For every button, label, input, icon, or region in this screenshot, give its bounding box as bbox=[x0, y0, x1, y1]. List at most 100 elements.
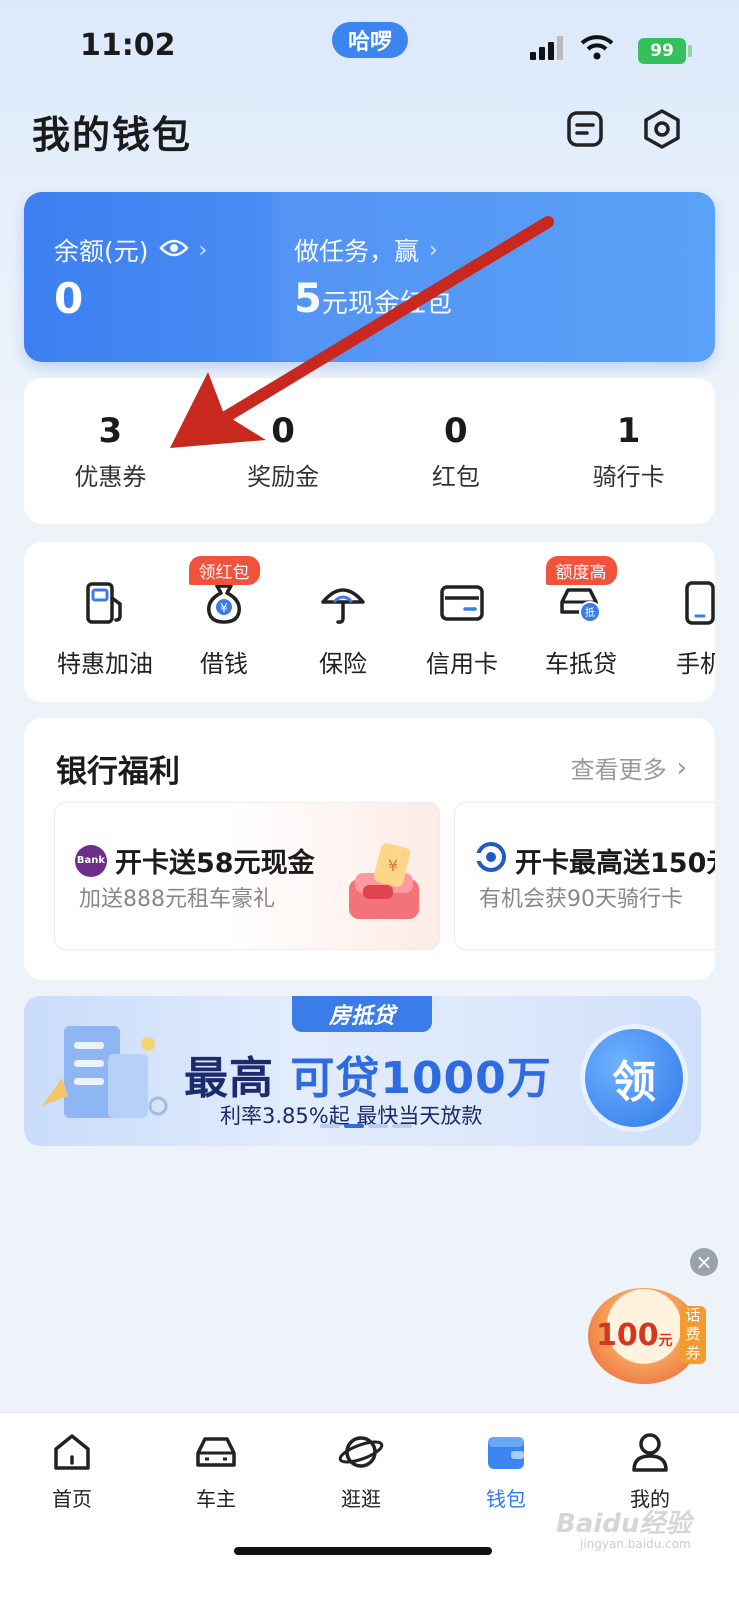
status-pill[interactable]: 哈啰 bbox=[332, 22, 408, 58]
battery-nub bbox=[688, 45, 692, 57]
chevron-right-icon: › bbox=[429, 237, 438, 263]
service-phone[interactable]: 手机 bbox=[645, 576, 715, 679]
planet-icon bbox=[338, 1431, 384, 1477]
home-icon bbox=[51, 1431, 93, 1477]
svg-text:抵: 抵 bbox=[585, 606, 595, 619]
balance-label: 余额(元) bbox=[54, 237, 149, 266]
offer-title-row: Bank 开卡送58元现金 bbox=[75, 841, 315, 880]
task-label: 做任务，赢 bbox=[294, 237, 420, 266]
offer-subtitle: 有机会获90天骑行卡 bbox=[479, 887, 683, 912]
bank-offer-card[interactable]: Bank 开卡送58元现金 加送888元租车豪礼 ¥ bbox=[54, 802, 440, 950]
balance-card: 余额(元) › 0 做任务，赢 › 5元现金红包 bbox=[24, 192, 715, 362]
coupon-amount: 100 bbox=[596, 1318, 659, 1353]
stat-label: 骑行卡 bbox=[592, 462, 665, 491]
services-card: 特惠加油 领红包 ¥ 借钱 保险 信用卡 额度高 抵 车抵贷 手机 bbox=[24, 542, 715, 702]
carousel-dot-active bbox=[344, 1124, 364, 1128]
stat-number: 1 bbox=[616, 410, 641, 451]
bank-logo-icon: Bank bbox=[75, 844, 107, 877]
nav-home[interactable]: 首页 bbox=[22, 1431, 122, 1512]
service-label: 车抵贷 bbox=[545, 650, 617, 678]
nav-me[interactable]: 我的 bbox=[600, 1431, 700, 1512]
stat-ride-cards[interactable]: 1 骑行卡 bbox=[542, 378, 715, 524]
service-credit-card[interactable]: 信用卡 bbox=[407, 576, 517, 679]
bottom-nav: 首页 车主 逛逛 钱包 我的 Baidu经验 jingyan.baidu.com bbox=[0, 1412, 739, 1601]
service-label: 借钱 bbox=[200, 650, 248, 678]
banner-headline: 最高 可贷1000万 bbox=[184, 1042, 552, 1106]
stat-red-packets[interactable]: 0 红包 bbox=[370, 378, 543, 524]
bill-icon[interactable] bbox=[560, 104, 610, 154]
nav-label: 车主 bbox=[196, 1487, 236, 1511]
svg-text:¥: ¥ bbox=[388, 856, 398, 875]
page-title: 我的钱包 bbox=[32, 113, 193, 157]
home-indicator bbox=[234, 1547, 492, 1555]
umbrella-icon bbox=[316, 576, 370, 630]
phone-icon bbox=[673, 576, 715, 630]
status-time: 11:02 bbox=[80, 28, 176, 63]
stat-number: 3 bbox=[98, 410, 123, 451]
close-icon[interactable]: × bbox=[690, 1248, 718, 1276]
stat-rewards[interactable]: 0 奖励金 bbox=[197, 378, 370, 524]
balance-label-row[interactable]: 余额(元) › bbox=[54, 232, 207, 268]
task-reward-amount: 5 bbox=[294, 276, 322, 322]
view-more-label: 查看更多 bbox=[570, 756, 667, 784]
nav-explore[interactable]: 逛逛 bbox=[311, 1431, 411, 1512]
asset-stats-card: 3 优惠券 0 奖励金 0 红包 1 骑行卡 bbox=[24, 378, 715, 524]
bank-offer-card[interactable]: 开卡最高送150元 有机会获90天骑行卡 bbox=[454, 802, 715, 950]
offer-subtitle: 加送888元租车豪礼 bbox=[79, 887, 275, 912]
task-reward[interactable]: 5元现金红包 bbox=[294, 276, 452, 322]
coupon-tag: 话费券 bbox=[680, 1306, 706, 1364]
banner-tag: 房抵贷 bbox=[292, 996, 432, 1032]
offer-title-row: 开卡最高送150元 bbox=[475, 841, 715, 880]
settings-hexagon-icon[interactable] bbox=[637, 104, 687, 154]
balance-value: 0 bbox=[54, 274, 84, 323]
stat-coupons[interactable]: 3 优惠券 bbox=[24, 378, 197, 524]
person-icon bbox=[629, 1431, 671, 1477]
bank-logo-icon bbox=[475, 841, 507, 880]
nav-label: 钱包 bbox=[486, 1487, 526, 1511]
stat-label: 优惠券 bbox=[74, 462, 147, 491]
chevron-right-icon: › bbox=[198, 237, 208, 263]
gift-box-illustration: ¥ bbox=[341, 839, 431, 933]
section-title: 银行福利 bbox=[56, 754, 180, 790]
stat-label: 奖励金 bbox=[247, 462, 320, 491]
service-fuel[interactable]: 特惠加油 bbox=[50, 576, 160, 679]
nav-wallet[interactable]: 钱包 bbox=[456, 1431, 556, 1512]
nav-car-owner[interactable]: 车主 bbox=[166, 1431, 266, 1512]
floating-phone-coupon[interactable]: 100元 话费券 bbox=[588, 1288, 706, 1384]
task-label-row[interactable]: 做任务，赢 › bbox=[294, 232, 438, 268]
car-icon bbox=[193, 1431, 239, 1477]
claim-button[interactable]: 领 bbox=[580, 1024, 688, 1132]
watermark-url: jingyan.baidu.com bbox=[580, 1537, 691, 1551]
bank-benefits-card: 银行福利 查看更多 › Bank 开卡送58元现金 加送888元租车豪礼 ¥ 开… bbox=[24, 718, 715, 980]
cellular-signal-icon bbox=[530, 36, 564, 64]
banner-headline-prefix: 最高 bbox=[184, 1053, 274, 1104]
carousel-dots bbox=[320, 1124, 412, 1128]
offer-title: 开卡最高送150元 bbox=[515, 848, 715, 879]
stat-number: 0 bbox=[444, 410, 468, 451]
service-insurance[interactable]: 保险 bbox=[288, 576, 398, 679]
fuel-pump-icon bbox=[78, 576, 132, 630]
wallet-icon bbox=[485, 1431, 527, 1477]
service-label: 手机 bbox=[676, 650, 715, 678]
service-label: 保险 bbox=[319, 650, 367, 678]
credit-card-icon bbox=[435, 576, 489, 630]
service-car-loan[interactable]: 额度高 抵 车抵贷 bbox=[526, 556, 636, 679]
service-badge: 额度高 bbox=[545, 556, 617, 585]
coupon-amount-row: 100元 bbox=[596, 1318, 673, 1353]
offer-title: 开卡送58元现金 bbox=[115, 848, 315, 879]
eye-icon[interactable] bbox=[158, 236, 189, 265]
service-label: 特惠加油 bbox=[57, 650, 153, 678]
nav-label: 逛逛 bbox=[341, 1487, 381, 1511]
stat-label: 红包 bbox=[431, 462, 480, 491]
banner-headline-highlight: 可贷1000万 bbox=[290, 1053, 552, 1104]
service-borrow[interactable]: 领红包 ¥ 借钱 bbox=[169, 556, 279, 679]
carousel-dot bbox=[368, 1124, 388, 1128]
view-more-link[interactable]: 查看更多 › bbox=[571, 750, 687, 785]
mortgage-promo-banner[interactable]: 房抵贷 最高 可贷1000万 利率3.85%起 最快当天放款 领 bbox=[24, 996, 701, 1146]
building-illustration bbox=[38, 1014, 168, 1138]
service-label: 信用卡 bbox=[426, 650, 498, 678]
chevron-right-icon: › bbox=[676, 752, 687, 783]
carousel-dot bbox=[392, 1124, 412, 1128]
service-badge: 领红包 bbox=[188, 556, 260, 585]
task-reward-text: 元现金红包 bbox=[321, 289, 452, 319]
